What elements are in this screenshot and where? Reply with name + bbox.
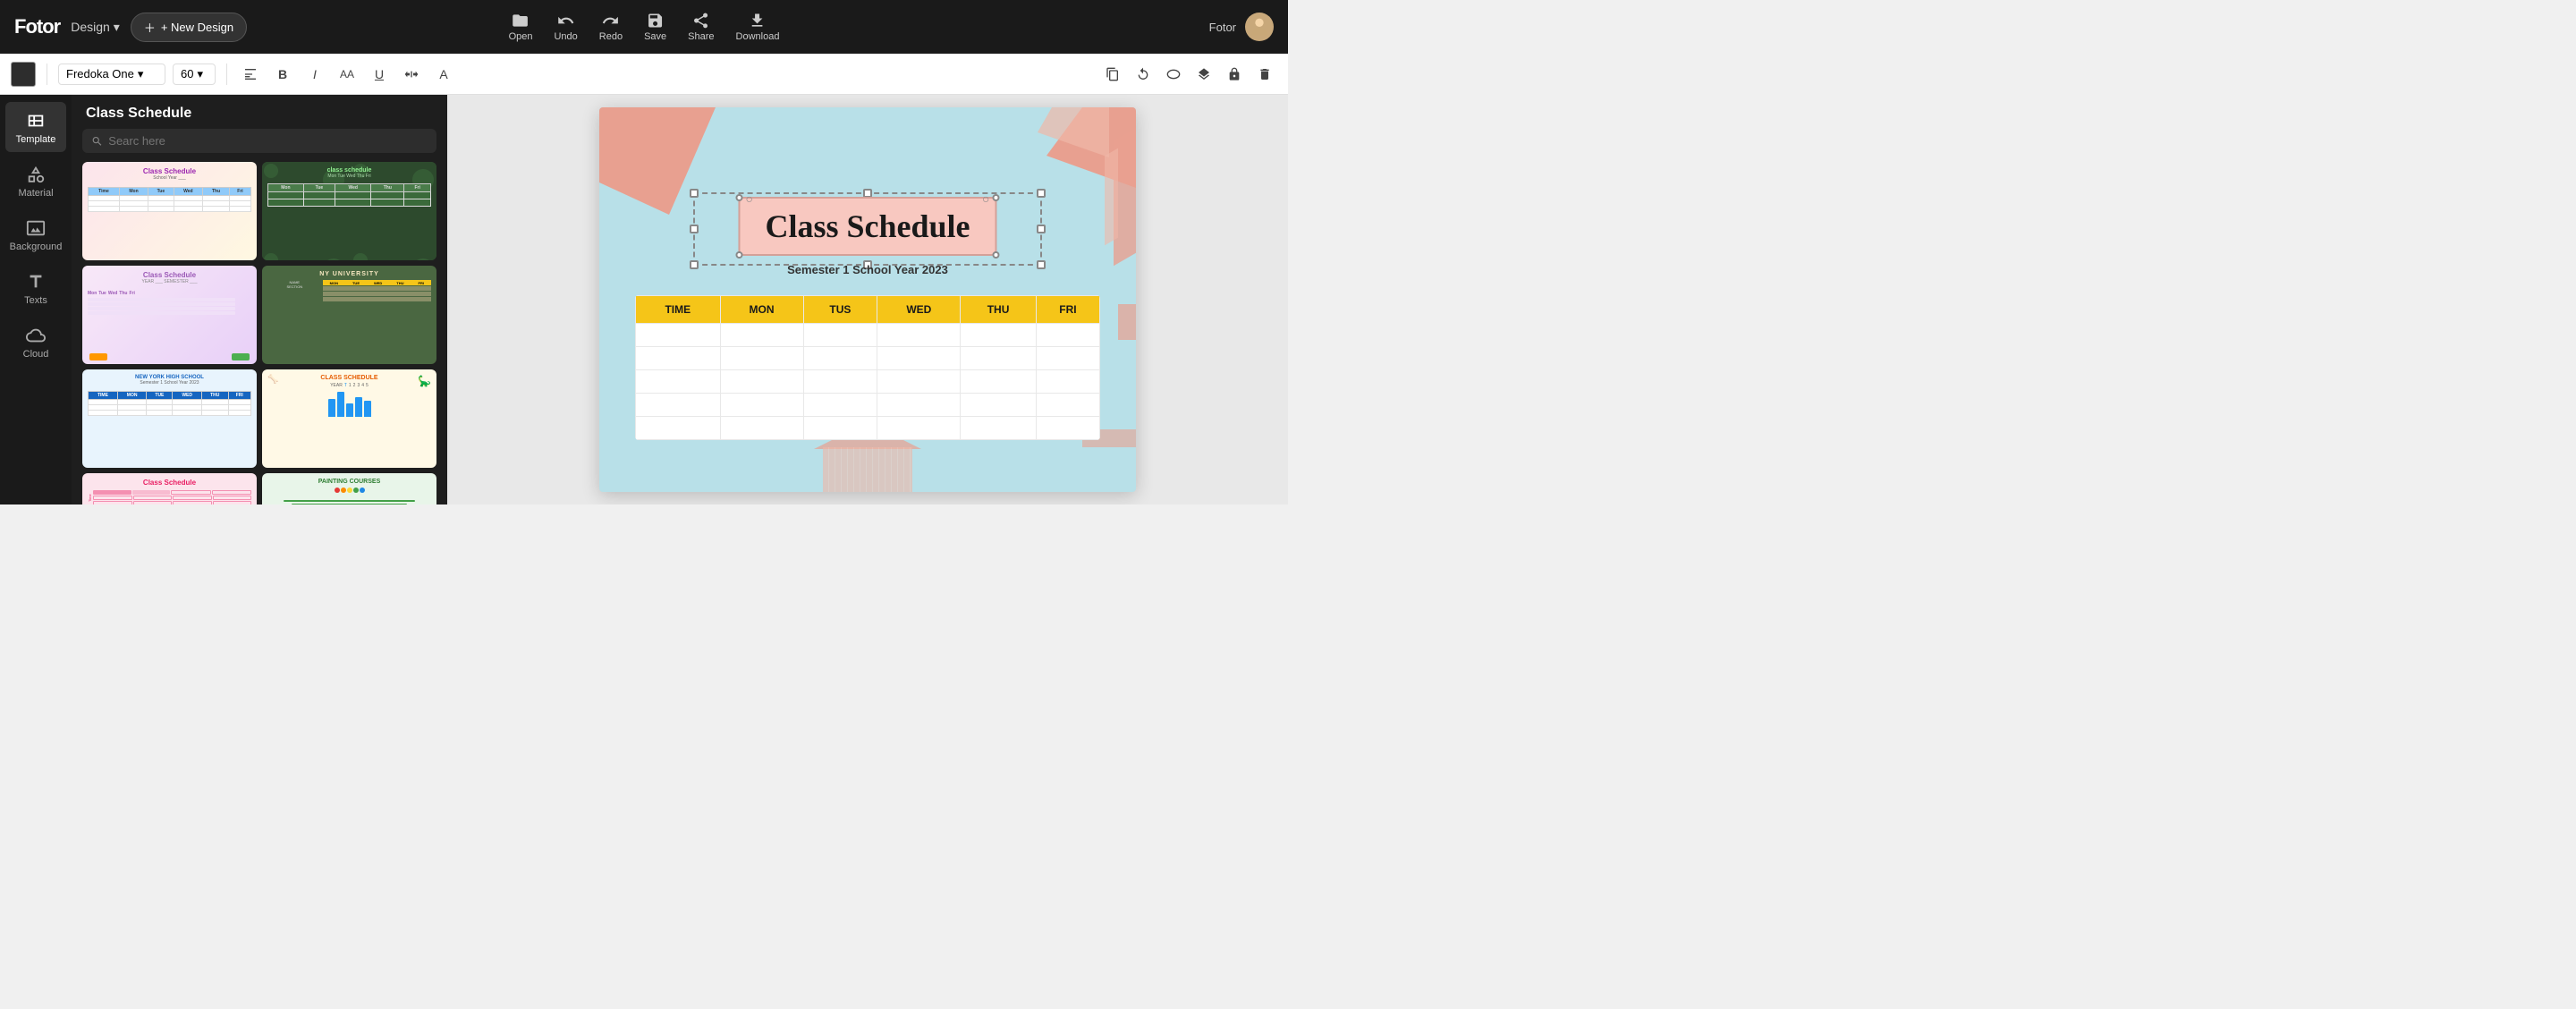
font-size-aa-button[interactable]: AA [335,62,360,87]
share-button[interactable]: Share [688,12,714,42]
table-row [636,324,1100,347]
sidebar-item-material[interactable]: Material [5,156,66,206]
search-bar [82,129,436,153]
sidebar-item-background[interactable]: Background [5,209,66,259]
col-wed: WED [877,296,961,324]
house-body [823,447,912,492]
canvas-title: Class Schedule [765,208,970,245]
template-card-1[interactable]: Class Schedule School Year ___ TimeMonTu… [82,162,257,260]
handle-rm[interactable] [1037,225,1046,233]
template-card-2[interactable]: class schedule Mon Tue Wed Thu Fri Mon T… [262,162,436,260]
canvas-subtitle: Semester 1 School Year 2023 [787,263,948,276]
topbar-center: Open Undo Redo Save Share Download [509,12,780,42]
design-canvas[interactable]: Class Schedule Semester 1 School Year 20… [599,107,1136,492]
col-fri: FRI [1036,296,1099,324]
download-button[interactable]: Download [736,12,780,42]
table-row [636,370,1100,394]
format-right-tools [1100,62,1277,87]
sidebar-label-cloud: Cloud [23,349,49,360]
corner-handle-bl [735,251,742,259]
save-button[interactable]: Save [644,12,666,42]
template-card-8[interactable]: PAINTING COURSES 🎨 [262,473,436,504]
handle-tl[interactable] [690,189,699,198]
copy-style-button[interactable] [1100,62,1125,87]
sidebar-item-template[interactable]: Template [5,102,66,152]
deco-top-left [599,107,716,215]
case-button[interactable]: A [431,62,456,87]
sidebar-icons: Template Material Background Texts Cloud [0,95,72,504]
open-button[interactable]: Open [509,12,533,42]
bold-button[interactable]: B [270,62,295,87]
panel-title: Class Schedule [72,95,447,129]
divider2 [226,64,227,85]
handle-tr[interactable] [1037,189,1046,198]
templates-grid: Class Schedule School Year ___ TimeMonTu… [72,162,447,504]
col-tue: TUS [803,296,877,324]
delete-button[interactable] [1252,62,1277,87]
template-card-7[interactable]: Class Schedule Time [82,473,257,504]
handle-bl[interactable] [690,260,699,269]
formatbar: Fredoka One ▾ 60 ▾ B I AA U A [0,54,1288,95]
main-layout: Template Material Background Texts Cloud… [0,95,1288,504]
text-color-swatch[interactable] [11,62,36,87]
sidebar-item-cloud[interactable]: Cloud [5,317,66,367]
handle-br[interactable] [1037,260,1046,269]
sidebar-label-material: Material [18,188,53,199]
table-row [636,394,1100,417]
user-name: Fotor [1209,21,1236,34]
search-icon [91,135,103,148]
redo-button[interactable]: Redo [599,12,623,42]
layers-button[interactable] [1191,62,1216,87]
schedule-table-container: TIME MON TUS WED THU FRI [635,295,1100,440]
lock-button[interactable] [1222,62,1247,87]
deco-right-mid [1118,304,1136,340]
fotor-logo: Fotor [14,15,60,38]
sidebar-label-template: Template [16,134,56,145]
corner-handle-tl [735,194,742,201]
font-size-box[interactable]: 60 ▾ [173,64,216,85]
topbar-left: Fotor Design ▾ ＋ + New Design [14,13,247,42]
user-avatar [1245,13,1274,41]
left-panel: Class Schedule Class Schedule School Yea… [72,95,447,504]
design-menu-button[interactable]: Design ▾ [71,20,120,35]
template-card-6[interactable]: CLASS SCHEDULE YEART12345 🦕 🦴 [262,369,436,468]
col-time: TIME [636,296,721,324]
letter-spacing-button[interactable] [399,62,424,87]
canvas-area: Class Schedule Semester 1 School Year 20… [447,95,1288,504]
align-button[interactable] [238,62,263,87]
schedule-table: TIME MON TUS WED THU FRI [635,295,1100,440]
title-container: Class Schedule Semester 1 School Year 20… [738,197,996,276]
sidebar-label-background: Background [10,242,63,252]
ellipse-button[interactable] [1161,62,1186,87]
deco-right-strip2 [1105,148,1118,246]
corner-handle-tr [993,194,1000,201]
refresh-button[interactable] [1131,62,1156,87]
new-design-button[interactable]: ＋ + New Design [131,13,247,42]
sidebar-item-texts[interactable]: Texts [5,263,66,313]
col-mon: MON [720,296,803,324]
corner-handle-br [993,251,1000,259]
template-card-5[interactable]: NEW YORK HIGH SCHOOL Semester 1 School Y… [82,369,257,468]
undo-button[interactable]: Undo [554,12,577,42]
underline-button[interactable]: U [367,62,392,87]
col-thu: THU [961,296,1037,324]
template-card-3[interactable]: Class Schedule YEAR ___ SEMESTER ___ Mon… [82,266,257,364]
table-row [636,347,1100,370]
title-box[interactable]: Class Schedule [738,197,996,256]
topbar: Fotor Design ▾ ＋ + New Design Open Undo … [0,0,1288,54]
handle-lm[interactable] [690,225,699,233]
font-selector[interactable]: Fredoka One ▾ [58,64,165,85]
template-card-4[interactable]: NY UNIVERSITY NAMESECTION MON TUE WED TH… [262,266,436,364]
sidebar-label-texts: Texts [24,295,47,306]
topbar-right: Fotor [1209,13,1274,41]
table-row [636,417,1100,440]
italic-button[interactable]: I [302,62,327,87]
search-input[interactable] [108,134,428,148]
